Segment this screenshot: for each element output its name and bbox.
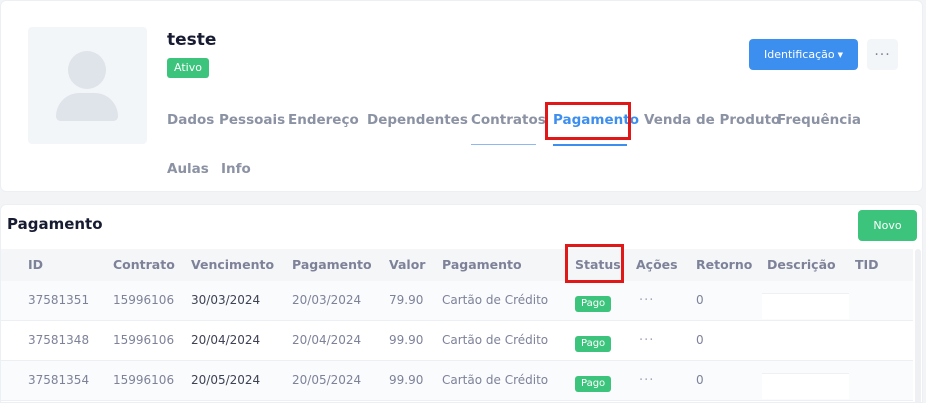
- cell-retorno: 0: [696, 373, 704, 387]
- cell-vencimento: 20/04/2024: [191, 333, 261, 347]
- status-badge: Pago: [575, 376, 612, 392]
- column-header-vencimento[interactable]: Vencimento: [191, 257, 274, 272]
- row-actions-icon[interactable]: ···: [639, 293, 654, 308]
- table-row: 37581351 15996106 30/03/2024 20/03/2024 …: [1, 281, 913, 321]
- cell-contrato: 15996106: [113, 293, 175, 307]
- tab-endereco[interactable]: Endereço: [288, 112, 359, 128]
- tab-aulas[interactable]: Aulas: [167, 161, 209, 177]
- tab-dados-pessoais[interactable]: Dados Pessoais: [167, 112, 285, 128]
- section-title: Pagamento: [7, 215, 103, 233]
- profile-card: teste Ativo Identificação ▼ ··· Dados Pe…: [0, 0, 923, 192]
- status-badge: Ativo: [167, 58, 209, 78]
- tab-contratos-underline: [471, 144, 536, 145]
- cell-pagamento-date: 20/04/2024: [292, 333, 362, 347]
- tab-pagamento-highlight: [545, 102, 631, 140]
- more-options-button[interactable]: ···: [867, 39, 898, 70]
- table-row: 37581354 15996106 20/05/2024 20/05/2024 …: [1, 361, 913, 401]
- column-header-pagamento-date[interactable]: Pagamento: [292, 257, 372, 272]
- row-actions-icon[interactable]: ···: [639, 373, 654, 388]
- column-header-tid[interactable]: TID: [855, 257, 879, 272]
- cell-pagamento-method: Cartão de Crédito: [442, 293, 549, 307]
- identificacao-button-label: Identificação: [764, 48, 835, 61]
- user-name: teste: [167, 30, 217, 50]
- cell-pagamento-method: Cartão de Crédito: [442, 373, 549, 387]
- cell-contrato: 15996106: [113, 333, 175, 347]
- column-header-id[interactable]: ID: [28, 257, 43, 272]
- avatar-placeholder: [28, 27, 147, 144]
- cell-valor: 99.90: [389, 373, 424, 387]
- cell-vencimento: 30/03/2024: [191, 293, 261, 307]
- tab-info[interactable]: Info: [221, 161, 251, 177]
- cell-id: 37581351: [28, 293, 90, 307]
- cell-vencimento: 20/05/2024: [191, 373, 261, 387]
- cell-id: 37581348: [28, 333, 90, 347]
- avatar-body-shape: [56, 93, 118, 121]
- row-actions-icon[interactable]: ···: [639, 333, 654, 348]
- column-header-descricao[interactable]: Descrição: [767, 257, 836, 272]
- cell-retorno: 0: [696, 333, 704, 347]
- column-header-acoes[interactable]: Ações: [636, 257, 678, 272]
- cell-pagamento-date: 20/03/2024: [292, 293, 362, 307]
- tab-frequencia[interactable]: Frequência: [777, 112, 861, 128]
- cell-pagamento-date: 20/05/2024: [292, 373, 362, 387]
- identificacao-dropdown-button[interactable]: Identificação ▼: [749, 39, 858, 70]
- column-header-contrato[interactable]: Contrato: [113, 257, 175, 272]
- cell-valor: 79.90: [389, 293, 424, 307]
- column-header-valor[interactable]: Valor: [389, 257, 425, 272]
- cell-descricao: [762, 293, 849, 319]
- column-header-pagamento-method[interactable]: Pagamento: [442, 257, 522, 272]
- cell-descricao: [762, 373, 849, 399]
- more-dots-icon: ···: [874, 46, 891, 63]
- column-header-retorno[interactable]: Retorno: [696, 257, 752, 272]
- status-badge: Pago: [575, 336, 612, 352]
- caret-down-icon: ▼: [837, 50, 843, 59]
- status-badge: Pago: [575, 296, 612, 312]
- tab-venda-de-produto[interactable]: Venda de Produto: [644, 112, 780, 128]
- cell-contrato: 15996106: [113, 373, 175, 387]
- cell-retorno: 0: [696, 293, 704, 307]
- payment-section: Pagamento Novo ID Contrato Vencimento Pa…: [0, 204, 923, 403]
- cell-valor: 99.90: [389, 333, 424, 347]
- avatar-head-shape: [68, 51, 106, 89]
- tab-contratos[interactable]: Contratos: [471, 112, 546, 128]
- cell-pagamento-method: Cartão de Crédito: [442, 333, 549, 347]
- tab-pagamento-underline: [553, 144, 627, 146]
- tab-dependentes[interactable]: Dependentes: [367, 112, 468, 128]
- new-payment-button[interactable]: Novo: [858, 210, 917, 241]
- cell-id: 37581354: [28, 373, 90, 387]
- table-scrollbar[interactable]: [915, 249, 921, 402]
- table-header: ID Contrato Vencimento Pagamento Valor P…: [1, 249, 913, 281]
- status-column-highlight: [565, 244, 624, 283]
- table-row: 37581348 15996106 20/04/2024 20/04/2024 …: [1, 321, 913, 361]
